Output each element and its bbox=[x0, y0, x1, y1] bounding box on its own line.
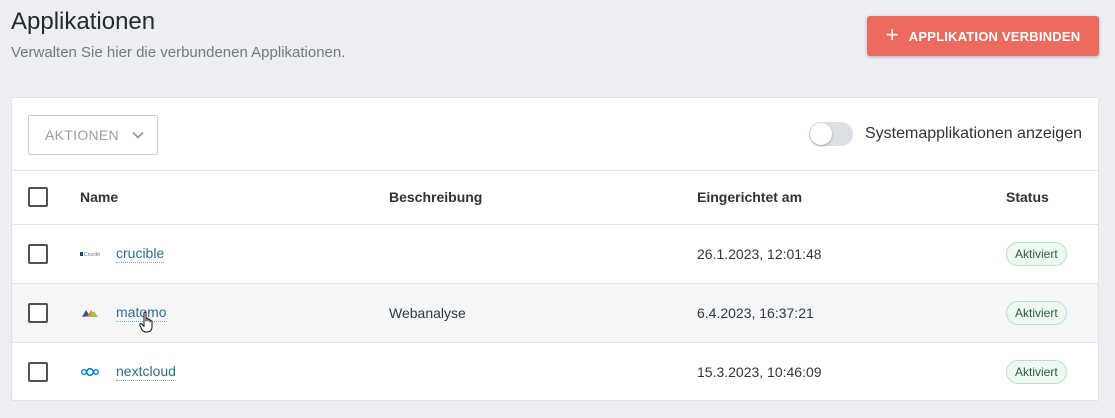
table-row[interactable]: Crucible crucible 26.1.2023, 12:01:48 Ak… bbox=[12, 224, 1098, 283]
status-badge: Aktiviert bbox=[1006, 300, 1067, 325]
column-header-created[interactable]: Eingerichtet am bbox=[697, 171, 1006, 224]
actions-label: AKTIONEN bbox=[45, 127, 119, 143]
table-row[interactable]: matomo Webanalyse 6.4.2023, 16:37:21 Akt… bbox=[12, 283, 1098, 342]
system-apps-toggle-group: Systemapplikationen anzeigen bbox=[808, 122, 1082, 146]
app-created-date: 6.4.2023, 16:37:21 bbox=[697, 304, 814, 321]
row-checkbox[interactable] bbox=[28, 302, 48, 323]
chevron-down-icon bbox=[132, 131, 144, 139]
toggle-knob bbox=[809, 123, 832, 145]
status-badge: Aktiviert bbox=[1006, 241, 1067, 266]
app-link[interactable]: crucible bbox=[116, 245, 165, 263]
column-header-description[interactable]: Beschreibung bbox=[389, 171, 697, 224]
nextcloud-logo-icon bbox=[80, 365, 100, 379]
hand-cursor-icon bbox=[139, 311, 153, 333]
page-title: Applikationen bbox=[11, 8, 156, 35]
row-checkbox[interactable] bbox=[28, 361, 48, 382]
svg-text:Crucible: Crucible bbox=[84, 252, 100, 258]
crucible-logo-icon: Crucible bbox=[80, 247, 100, 261]
table-row[interactable]: nextcloud 15.3.2023, 10:46:09 Aktiviert bbox=[12, 342, 1098, 401]
table-header-row: Name Beschreibung Eingerichtet am Status bbox=[12, 171, 1098, 224]
app-description bbox=[389, 342, 697, 401]
table-toolbar: AKTIONEN Systemapplikationen anzeigen bbox=[12, 98, 1098, 171]
page-subtitle: Verwalten Sie hier die verbundenen Appli… bbox=[11, 44, 346, 61]
column-header-name[interactable]: Name bbox=[80, 171, 389, 224]
system-apps-toggle[interactable] bbox=[808, 122, 853, 146]
applications-table: Name Beschreibung Eingerichtet am Status… bbox=[12, 171, 1098, 401]
applications-panel: AKTIONEN Systemapplikationen anzeigen Na… bbox=[11, 97, 1099, 401]
app-description bbox=[389, 224, 697, 283]
app-created-date: 15.3.2023, 10:46:09 bbox=[697, 363, 822, 380]
actions-dropdown[interactable]: AKTIONEN bbox=[28, 115, 158, 155]
connect-application-button[interactable]: + APPLIKATION VERBINDEN bbox=[867, 16, 1099, 56]
app-link[interactable]: nextcloud bbox=[116, 363, 176, 381]
select-all-checkbox[interactable] bbox=[28, 187, 48, 208]
status-badge: Aktiviert bbox=[1006, 359, 1067, 384]
system-apps-toggle-label: Systemapplikationen anzeigen bbox=[864, 125, 1082, 142]
app-description: Webanalyse bbox=[389, 304, 466, 321]
connect-application-label: APPLIKATION VERBINDEN bbox=[908, 28, 1081, 44]
column-header-status[interactable]: Status bbox=[1006, 171, 1098, 224]
plus-icon: + bbox=[885, 22, 899, 47]
matomo-logo-icon bbox=[80, 306, 100, 320]
row-checkbox[interactable] bbox=[28, 243, 48, 264]
app-created-date: 26.1.2023, 12:01:48 bbox=[697, 245, 822, 262]
